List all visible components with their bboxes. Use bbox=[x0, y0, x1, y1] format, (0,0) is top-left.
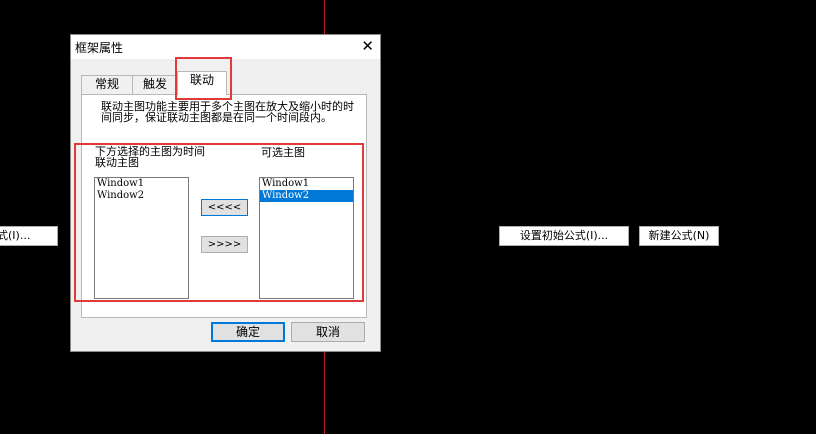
close-icon[interactable]: ✕ bbox=[361, 37, 374, 55]
cancel-button[interactable]: 取消 bbox=[291, 322, 365, 342]
move-left-button[interactable]: <<<< bbox=[201, 199, 248, 216]
dialog-titlebar: 框架属性 ✕ bbox=[71, 35, 380, 59]
list-item[interactable]: Window1 bbox=[95, 178, 188, 190]
set-initial-formula-button[interactable]: 设置初始公式(I)... bbox=[499, 226, 629, 246]
tab-general[interactable]: 常规 bbox=[81, 75, 133, 94]
new-formula-button[interactable]: 新建公式(N) bbox=[639, 226, 719, 246]
list-item[interactable]: Window2 bbox=[95, 190, 188, 202]
dialog-title: 框架属性 bbox=[75, 41, 124, 55]
ok-button[interactable]: 确定 bbox=[211, 322, 285, 342]
list-item-selected[interactable]: Window2 bbox=[260, 190, 353, 202]
move-right-button[interactable]: >>>> bbox=[201, 236, 248, 253]
tab-trigger[interactable]: 触发 bbox=[132, 75, 178, 94]
tab-linkage[interactable]: 联动 bbox=[177, 71, 227, 95]
background-formula-button-partial[interactable]: 式(I)... bbox=[0, 226, 58, 246]
available-charts-label: 可选主图 bbox=[261, 146, 305, 159]
linkage-description: 联动主图功能主要用于多个主图在放大及缩小时的时间同步，保证联动主图都是在同一个时… bbox=[101, 100, 354, 124]
list-item[interactable]: Window1 bbox=[260, 178, 353, 190]
linked-charts-list[interactable]: Window1 Window2 bbox=[94, 177, 189, 299]
frame-properties-dialog: 框架属性 ✕ 常规 触发 联动 联动主图功能主要用于多个主图在放大及缩小时的时间… bbox=[70, 34, 381, 352]
linked-charts-label: 下方选择的主图为时间联动主图 bbox=[95, 145, 205, 169]
available-charts-list[interactable]: Window1 Window2 bbox=[259, 177, 354, 299]
